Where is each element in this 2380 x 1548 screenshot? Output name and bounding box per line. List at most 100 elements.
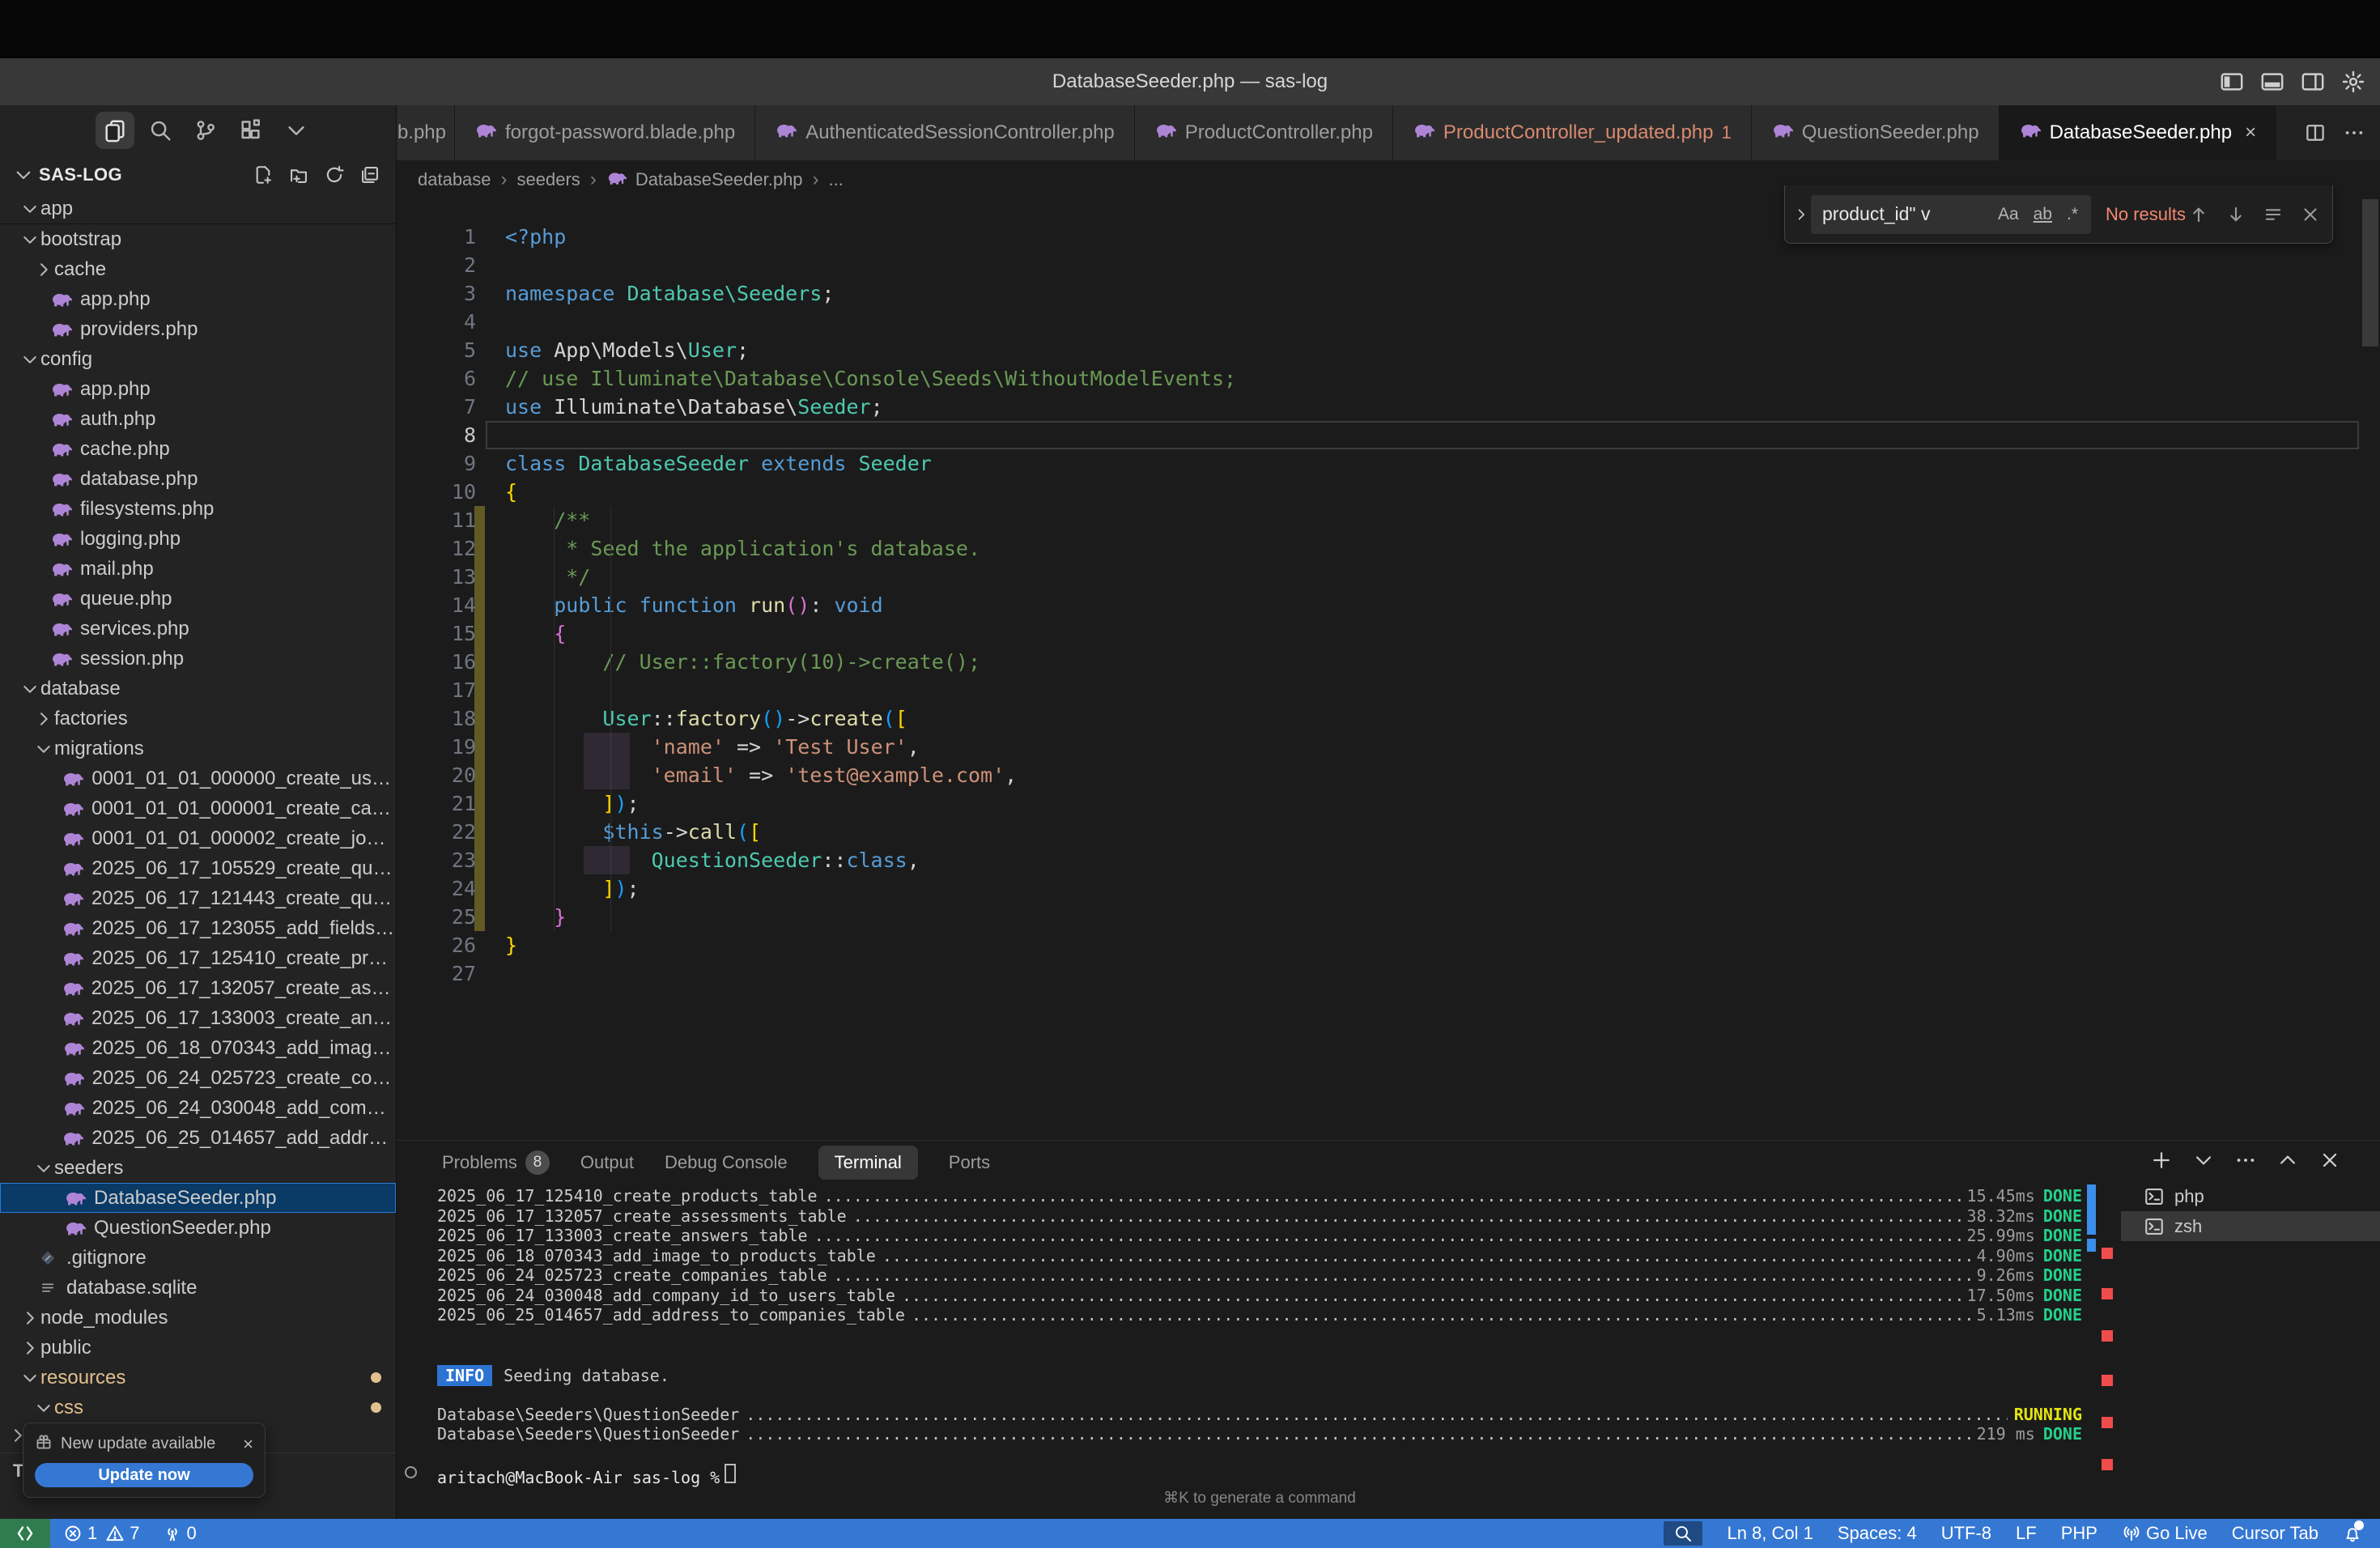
more-horizontal-icon[interactable] (2234, 1149, 2257, 1172)
layout-panel-bottom-icon[interactable] (2259, 68, 2286, 96)
tree-item-database[interactable]: database (0, 674, 396, 704)
tree-item-2025-06-24-025723-create-compan...[interactable]: 2025_06_24_025723_create_compan... (0, 1063, 396, 1093)
tree-item-2025-06-17-132057-create-assessme...[interactable]: 2025_06_17_132057_create_assessme... (0, 973, 396, 1003)
tree-item-bootstrap[interactable]: bootstrap (0, 224, 396, 254)
panel-tab-terminal[interactable]: Terminal (818, 1146, 918, 1180)
close-icon[interactable] (2300, 204, 2321, 225)
find-toggle-replace-icon[interactable] (1791, 206, 1811, 223)
panel-tab-output[interactable]: Output (580, 1152, 634, 1173)
more-horizontal-icon[interactable] (2343, 121, 2365, 144)
new-folder-icon[interactable] (286, 162, 312, 188)
arrow-down-icon[interactable] (2225, 204, 2246, 225)
tree-item-css[interactable]: css (0, 1393, 396, 1423)
indentation[interactable]: Spaces: 4 (1838, 1523, 1917, 1544)
tree-item-config[interactable]: config (0, 344, 396, 374)
notifications-bell[interactable] (2343, 1524, 2362, 1543)
status-problems[interactable]: 1 7 0 (50, 1523, 197, 1544)
status-warnings[interactable]: 7 (105, 1523, 139, 1544)
tree-item-0001-01-01-000002-create-jobs-tab...[interactable]: 0001_01_01_000002_create_jobs_tab... (0, 823, 396, 853)
find-regex-toggle[interactable]: .* (2062, 203, 2083, 226)
terminal-output[interactable]: 2025_06_17_125410_create_products_table.… (437, 1186, 2082, 1484)
tree-item-app.php[interactable]: app.php (0, 374, 396, 404)
tree-item-auth.php[interactable]: auth.php (0, 404, 396, 434)
tree-item-2025-06-24-030048-add-company-...[interactable]: 2025_06_24_030048_add_company_... (0, 1093, 396, 1123)
tree-item-2025-06-25-014657-add-address-to...[interactable]: 2025_06_25_014657_add_address_to... (0, 1123, 396, 1153)
breadcrumb-item[interactable]: seeders (517, 169, 580, 190)
tree-item-node-modules[interactable]: node_modules (0, 1303, 396, 1333)
tree-item-databaseseeder.php[interactable]: DatabaseSeeder.php (0, 1183, 396, 1213)
tree-item-public[interactable]: public (0, 1333, 396, 1363)
tree-item-session.php[interactable]: session.php (0, 644, 396, 674)
update-now-button[interactable]: Update now (35, 1463, 253, 1487)
find-selection-icon[interactable] (2263, 204, 2284, 225)
find-match-case-toggle[interactable]: Aa (1993, 203, 2024, 226)
tab-databaseseeder-php[interactable]: DatabaseSeeder.php× (2000, 105, 2277, 160)
close-icon[interactable] (2318, 1149, 2341, 1172)
go-live[interactable]: Go Live (2122, 1523, 2208, 1544)
search-status[interactable] (1664, 1521, 1702, 1546)
tree-item-cache[interactable]: cache (0, 254, 396, 284)
tab-questionseeder-php[interactable]: QuestionSeeder.php (1752, 105, 2000, 160)
tree-item-cache.php[interactable]: cache.php (0, 434, 396, 464)
editor-scrollbar[interactable] (2362, 199, 2378, 347)
tab-productcontroller-php[interactable]: ProductController.php (1135, 105, 1393, 160)
tree-item-seeders[interactable]: seeders (0, 1153, 396, 1183)
activity-search[interactable] (141, 112, 180, 149)
layout-sidebar-right-icon[interactable] (2299, 68, 2327, 96)
tree-item-app.php[interactable]: app.php (0, 284, 396, 314)
tree-item-mail.php[interactable]: mail.php (0, 554, 396, 584)
chevron-down-icon[interactable] (2192, 1149, 2215, 1172)
new-file-icon[interactable] (250, 162, 276, 188)
activity-extensions[interactable] (232, 112, 270, 149)
tree-item-database.sqlite[interactable]: database.sqlite (0, 1273, 396, 1303)
remote-indicator[interactable] (0, 1519, 50, 1548)
tab-forgot-password-blade-php[interactable]: forgot-password.blade.php (455, 105, 755, 160)
find-whole-word-toggle[interactable]: ab (2029, 203, 2057, 226)
tab-b-php[interactable]: b.php (397, 105, 455, 160)
terminal-instance-php[interactable]: php (2121, 1181, 2380, 1211)
cursor-position[interactable]: Ln 8, Col 1 (1727, 1523, 1813, 1544)
code-editor[interactable]: 1<?php 2 3namespace Database\Seeders; 4 … (397, 199, 2380, 1140)
tree-item-queue.php[interactable]: queue.php (0, 584, 396, 614)
tree-item-resources[interactable]: resources (0, 1363, 396, 1393)
activity-chevron-down[interactable] (277, 112, 316, 149)
terminal-prompt[interactable]: aritach@MacBook-Air sas-log % (437, 1464, 2082, 1484)
tree-item-2025-06-17-123055-add-fields-to-u...[interactable]: 2025_06_17_123055_add_fields_to_u... (0, 913, 396, 943)
close-icon[interactable]: × (243, 1434, 253, 1455)
close-icon[interactable]: × (2245, 121, 2256, 144)
tree-item-2025-06-17-133003-create-answers-...[interactable]: 2025_06_17_133003_create_answers_... (0, 1003, 396, 1033)
chevron-up-icon[interactable] (2276, 1149, 2299, 1172)
tree-item-logging.php[interactable]: logging.php (0, 524, 396, 554)
tree-item-2025-06-17-105529-create-question...[interactable]: 2025_06_17_105529_create_question... (0, 853, 396, 883)
panel-tab-problems[interactable]: Problems8 (442, 1150, 550, 1175)
terminal-instance-zsh[interactable]: zsh (2121, 1211, 2380, 1241)
breadcrumb-item[interactable]: ... (829, 169, 844, 190)
tree-item-0001-01-01-000001-create-cache-ta...[interactable]: 0001_01_01_000001_create_cache_ta... (0, 793, 396, 823)
panel-tab-ports[interactable]: Ports (949, 1152, 990, 1173)
tree-item-2025-06-17-125410-create-products...[interactable]: 2025_06_17_125410_create_products... (0, 943, 396, 973)
tree-item-database.php[interactable]: database.php (0, 464, 396, 494)
tree-item-.gitignore[interactable]: .gitignore (0, 1243, 396, 1273)
refresh-icon[interactable] (321, 162, 347, 188)
tree-item-app[interactable]: app (0, 194, 396, 224)
layout-sidebar-left-icon[interactable] (2218, 68, 2246, 96)
tree-item-filesystems.php[interactable]: filesystems.php (0, 494, 396, 524)
activity-files[interactable] (96, 112, 134, 149)
tree-item-providers.php[interactable]: providers.php (0, 314, 396, 344)
tree-item-factories[interactable]: factories (0, 704, 396, 734)
collapse-all-icon[interactable] (357, 162, 383, 188)
tree-item-questionseeder.php[interactable]: QuestionSeeder.php (0, 1213, 396, 1243)
gear-icon[interactable] (2340, 68, 2367, 96)
tree-item-migrations[interactable]: migrations (0, 734, 396, 763)
status-errors[interactable]: 1 (63, 1523, 97, 1544)
cursor-tab[interactable]: Cursor Tab (2232, 1523, 2318, 1544)
breadcrumb-item[interactable]: DatabaseSeeder.php (606, 169, 803, 190)
breadcrumb-item[interactable]: database (418, 169, 491, 190)
find-input[interactable]: product_id" v Aaab.* (1811, 195, 2091, 234)
panel-tab-debug-console[interactable]: Debug Console (665, 1152, 788, 1173)
explorer-header[interactable]: SAS-LOG (0, 155, 396, 194)
tab-authenticatedsessioncontroller-php[interactable]: AuthenticatedSessionController.php (755, 105, 1135, 160)
split-editor-icon[interactable] (2304, 121, 2327, 144)
tree-item-2025-06-17-121443-create-questions...[interactable]: 2025_06_17_121443_create_questions... (0, 883, 396, 913)
tab-productcontroller-updated-php[interactable]: ProductController_updated.php1 (1393, 105, 1752, 160)
